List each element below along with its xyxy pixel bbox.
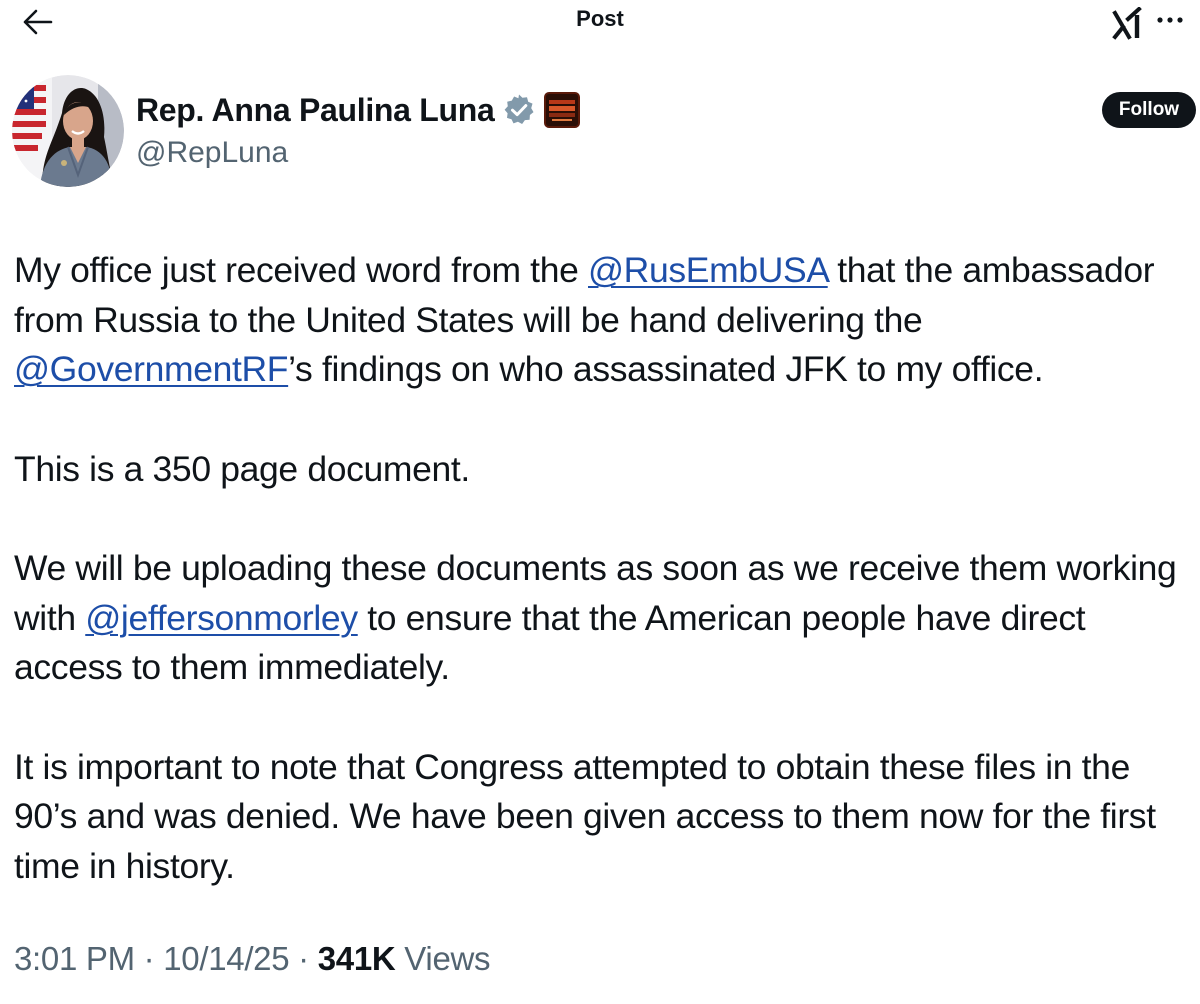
post-paragraph: This is a 350 page document.: [14, 448, 470, 489]
meta-separator: ·: [289, 940, 318, 977]
author-name[interactable]: Rep. Anna Paulina Luna: [136, 92, 495, 129]
meta-separator: ·: [134, 940, 164, 977]
views-count[interactable]: 341K: [318, 940, 396, 977]
top-bar: Post: [0, 0, 1200, 44]
post-paragraph: We will be uploading these documents as …: [14, 548, 1177, 687]
profile-photo: [12, 75, 124, 187]
verified-badge-icon[interactable]: [502, 93, 536, 127]
grok-button[interactable]: [1108, 4, 1148, 44]
post-paragraph: My office just received word from the @R…: [14, 250, 1155, 389]
mention-link[interactable]: @RusEmbUSA: [588, 250, 828, 290]
grok-logo-icon: [1112, 7, 1142, 40]
post-date[interactable]: 10/14/25: [163, 940, 289, 977]
page-title: Post: [576, 6, 624, 31]
post-author: Rep. Anna Paulina Luna @RepLuna Follow: [12, 75, 1196, 187]
post-paragraph: It is important to note that Congress at…: [14, 746, 1156, 886]
post-text: My office just received word from the @R…: [14, 246, 1198, 941]
avatar[interactable]: [12, 75, 124, 187]
more-options-icon: [1157, 17, 1183, 23]
mention-link[interactable]: @GovernmentRF: [14, 349, 289, 389]
post-time[interactable]: 3:01 PM: [14, 940, 135, 977]
views-label: Views: [395, 940, 491, 977]
author-name-row: Rep. Anna Paulina Luna: [136, 89, 581, 131]
follow-button[interactable]: Follow: [1102, 92, 1196, 128]
affiliate-badge[interactable]: [544, 92, 581, 128]
author-handle[interactable]: @RepLuna: [136, 136, 288, 170]
mention-link[interactable]: @jeffersonmorley: [85, 598, 358, 638]
more-options-button[interactable]: [1152, 4, 1188, 36]
post-metadata: 3:01 PM · 10/14/25 · 341K Views: [14, 937, 491, 981]
